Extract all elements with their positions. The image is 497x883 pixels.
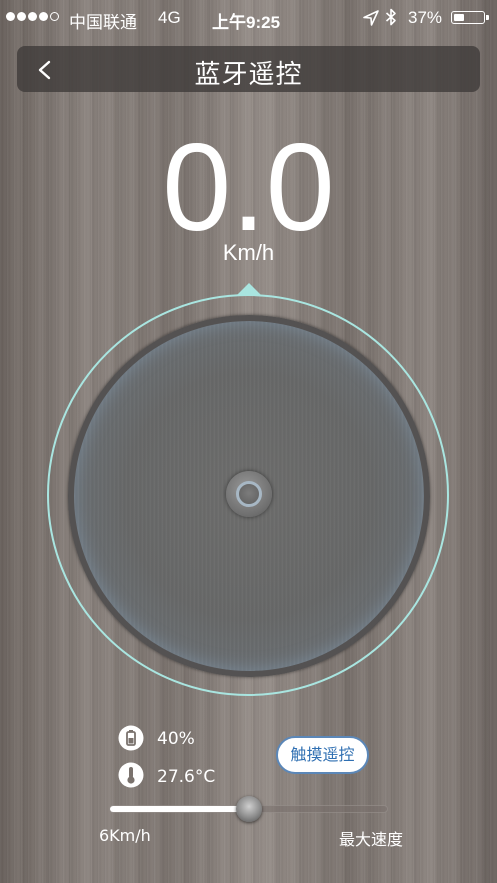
battery-level-fill bbox=[453, 13, 464, 21]
speed-value: 0.0 bbox=[162, 119, 335, 257]
device-battery-value: 40% bbox=[157, 729, 195, 749]
joystick-knob-center bbox=[236, 481, 262, 507]
status-bar: 中国联通 4G 上午9:25 37% bbox=[0, 0, 497, 34]
max-speed-slider[interactable] bbox=[109, 796, 388, 822]
carrier-name: 中国联通 bbox=[69, 13, 137, 32]
battery-icon bbox=[451, 11, 489, 24]
touch-remote-button[interactable]: 触摸遥控 bbox=[276, 736, 369, 774]
speed-unit: Km/h bbox=[222, 240, 275, 265]
thermometer-icon bbox=[118, 762, 144, 788]
network-type: 4G bbox=[158, 8, 181, 27]
battery-percent: 37% bbox=[408, 8, 443, 27]
signal-dot bbox=[17, 12, 26, 21]
bluetooth-icon bbox=[385, 8, 396, 26]
slider-fill bbox=[110, 806, 249, 812]
signal-dot bbox=[39, 12, 48, 21]
page-title: 蓝牙遥控 bbox=[194, 60, 303, 90]
slider-min-label: 6Km/h bbox=[99, 826, 151, 845]
slider-thumb[interactable] bbox=[235, 796, 262, 822]
signal-dot bbox=[28, 12, 37, 21]
signal-dot bbox=[50, 12, 59, 21]
nav-header: 蓝牙遥控 bbox=[17, 46, 480, 92]
signal-dot bbox=[6, 12, 15, 21]
battery-icon bbox=[118, 725, 144, 751]
battery-tip bbox=[486, 15, 489, 20]
location-arrow-icon bbox=[363, 10, 379, 26]
status-time: 上午9:25 bbox=[212, 13, 281, 32]
temperature-value: 27.6°C bbox=[157, 767, 216, 787]
joystick-knob[interactable] bbox=[226, 471, 272, 517]
signal-strength-icon bbox=[6, 12, 59, 21]
slider-max-label: 最大速度 bbox=[339, 830, 404, 849]
